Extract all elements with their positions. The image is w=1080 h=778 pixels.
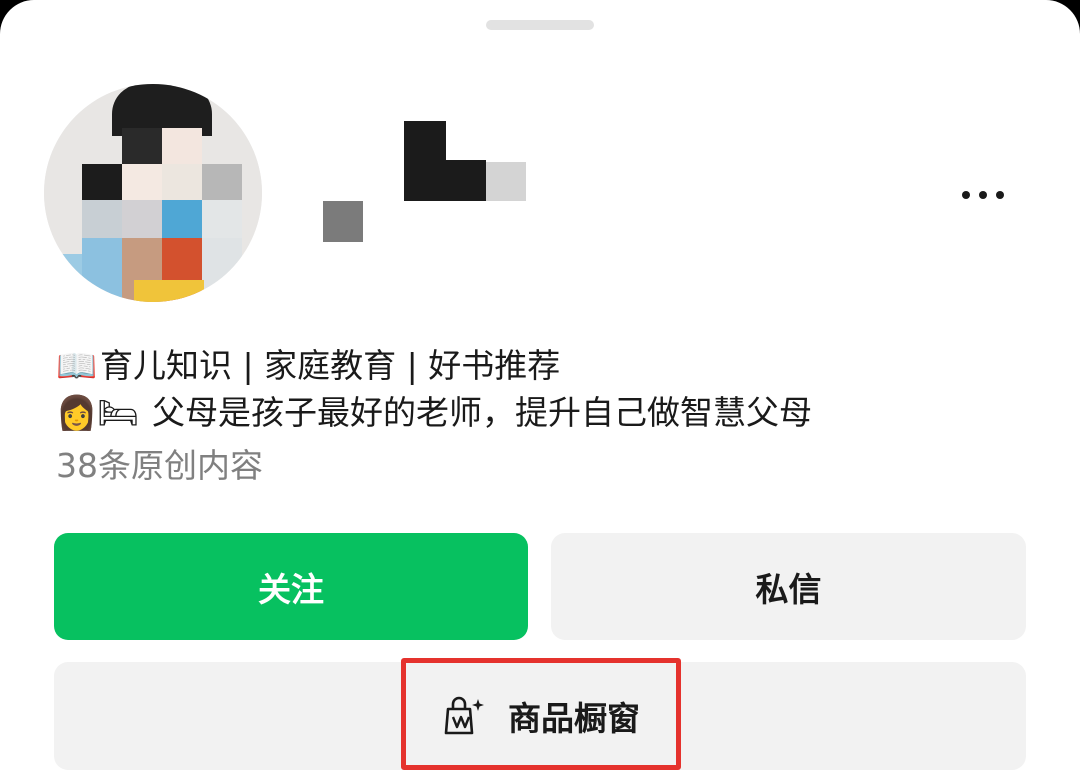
- more-icon[interactable]: [948, 178, 1018, 212]
- profile-sheet: 📖育儿知识 | 家庭教育 | 好书推荐 👩🛏 父母是孩子最好的老师，提升自己做智慧…: [0, 0, 1080, 778]
- avatar[interactable]: [44, 84, 262, 302]
- shop-window-button[interactable]: 商品橱窗: [54, 662, 1026, 770]
- book-emoji-icon: 📖: [56, 346, 98, 385]
- shop-window-label: 商品橱窗: [508, 699, 640, 738]
- bio-line-2: 👩🛏 父母是孩子最好的老师，提升自己做智慧父母: [56, 396, 812, 429]
- more-dot: [979, 191, 987, 199]
- bio-line-1-text: 育儿知识 | 家庭教育 | 好书推荐: [100, 346, 561, 385]
- more-dot: [996, 191, 1004, 199]
- more-dot: [962, 191, 970, 199]
- follow-button[interactable]: 关注: [54, 533, 528, 640]
- bio-line-1: 📖育儿知识 | 家庭教育 | 好书推荐: [56, 349, 560, 382]
- original-content-count[interactable]: 38条原创内容: [56, 449, 263, 482]
- mother-emoji-icon: 👩🛏: [56, 393, 139, 432]
- shopping-bag-icon: [444, 696, 484, 735]
- bio-line-2-text: 父母是孩子最好的老师，提升自己做智慧父母: [152, 393, 812, 432]
- sheet-drag-handle[interactable]: [486, 20, 594, 30]
- message-button[interactable]: 私信: [551, 533, 1026, 640]
